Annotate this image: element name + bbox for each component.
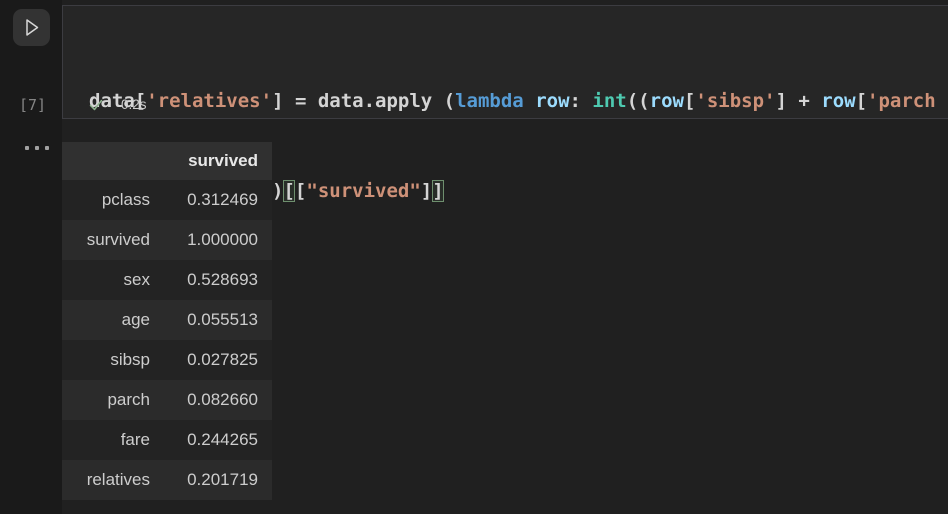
code-token: ] <box>432 180 443 202</box>
row-index-label: pclass <box>62 180 150 220</box>
cell-gutter: [7] <box>0 0 62 514</box>
row-index-label: sex <box>62 260 150 300</box>
table-row: pclass0.312469 <box>62 180 272 220</box>
table-row: parch0.082660 <box>62 380 272 420</box>
row-index-label: fare <box>62 420 150 460</box>
code-token: ] <box>421 180 432 202</box>
row-index-label: sibsp <box>62 340 150 380</box>
table-row: survived1.000000 <box>62 220 272 260</box>
survived-column-header: survived <box>150 142 272 180</box>
run-cell-button[interactable] <box>13 9 50 46</box>
code-token: "survived" <box>306 180 420 202</box>
correlation-value: 0.528693 <box>150 260 272 300</box>
code-token: [ <box>295 180 306 202</box>
row-index-label: parch <box>62 380 150 420</box>
correlation-value: 1.000000 <box>150 220 272 260</box>
correlation-value: 0.055513 <box>150 300 272 340</box>
success-check-icon <box>88 97 104 113</box>
table-row: sex0.528693 <box>62 260 272 300</box>
cell-status-bar: 0.2s <box>63 91 948 118</box>
table-row: age0.055513 <box>62 300 272 340</box>
execution-count: [7] <box>19 96 46 114</box>
execution-duration: 0.2s <box>121 97 147 112</box>
ellipsis-dot <box>35 146 39 150</box>
dataframe-table: survived pclass0.312469survived1.000000s… <box>62 142 272 500</box>
correlation-value: 0.082660 <box>150 380 272 420</box>
correlation-value: 0.027825 <box>150 340 272 380</box>
ellipsis-dot <box>45 146 49 150</box>
table-row: sibsp0.027825 <box>62 340 272 380</box>
row-index-label: age <box>62 300 150 340</box>
table-body: pclass0.312469survived1.000000sex0.52869… <box>62 180 272 500</box>
code-cell-editor[interactable]: data['relatives'] = data.apply (lambda r… <box>62 5 948 119</box>
table-row: relatives0.201719 <box>62 460 272 500</box>
table-header-row: survived <box>62 142 272 180</box>
play-icon <box>24 18 40 37</box>
row-index-label: survived <box>62 220 150 260</box>
table-row: fare0.244265 <box>62 420 272 460</box>
row-index-label: relatives <box>62 460 150 500</box>
index-column-header <box>62 142 150 180</box>
correlation-value: 0.201719 <box>150 460 272 500</box>
code-token: [ <box>283 180 294 202</box>
correlation-value: 0.312469 <box>150 180 272 220</box>
ellipsis-dot <box>25 146 29 150</box>
correlation-value: 0.244265 <box>150 420 272 460</box>
output-options-ellipsis[interactable] <box>23 144 51 152</box>
